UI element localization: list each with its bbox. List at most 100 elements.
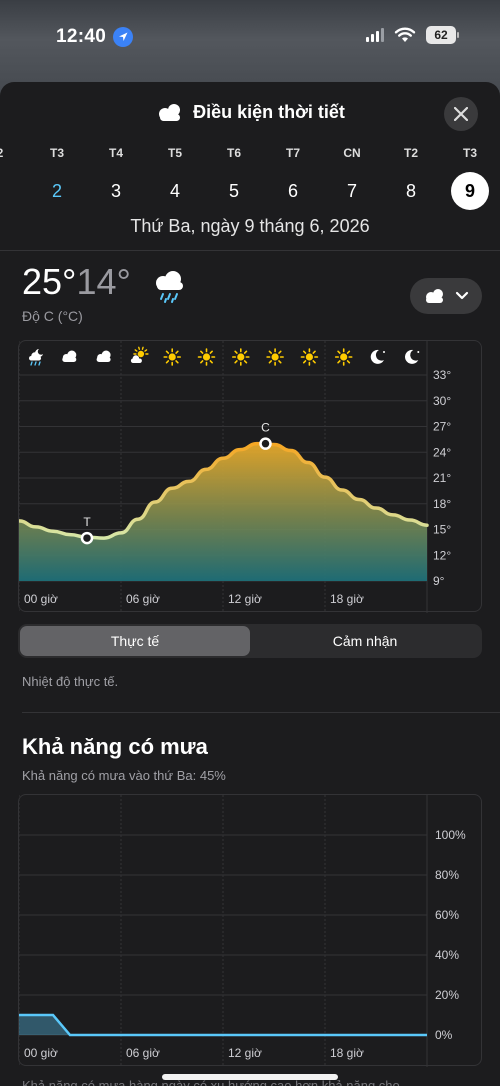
close-icon: [454, 107, 468, 121]
extreme-marker: [259, 437, 272, 450]
sun-icon: [232, 348, 250, 366]
temp-low: 14°: [76, 261, 131, 302]
day-of-week: T4: [108, 146, 123, 160]
sun-icon: [334, 348, 353, 366]
day-item-partial[interactable]: 2: [0, 146, 25, 164]
rain-chance-chart[interactable]: 100% 80% 60% 40% 20% 0% 00 giờ 06 giờ 12 giờ 18 g…: [18, 794, 482, 1067]
sheet-title-text: Điều kiện thời tiết: [193, 102, 345, 122]
status-bar: 12:40 62: [0, 0, 500, 74]
sun-icon: [266, 348, 284, 366]
battery-indicator: 62: [426, 26, 459, 44]
temperature-area: [19, 443, 427, 581]
y-tick-label: 30°: [433, 394, 451, 408]
y-tick-label: 60%: [435, 908, 459, 922]
day-number: 4: [169, 181, 180, 201]
day-item-6[interactable]: T7 6: [268, 146, 318, 210]
cloud-rain-icon: [156, 271, 183, 303]
y-tick-label: 0%: [435, 1028, 453, 1042]
temp-unit: Độ C (°C): [22, 308, 83, 324]
sheet-title: Điều kiện thời tiết: [0, 102, 500, 123]
cloud-icon: [62, 350, 77, 362]
x-tick-label: 12 giờ: [228, 1046, 262, 1060]
x-tick-label: 00 giờ: [24, 592, 58, 606]
temperature-summary: 25°14° Độ C (°C): [22, 261, 131, 325]
day-item-8[interactable]: T2 8: [386, 146, 436, 210]
cellular-signal-icon: [366, 28, 384, 42]
y-tick-label: 27°: [433, 420, 451, 434]
weather-conditions-sheet: Điều kiện thời tiết 2 T3 2 T4 3 T5 4 T6 …: [0, 82, 500, 1086]
cloud-sun-icon: [130, 346, 149, 363]
extreme-label: T: [83, 515, 91, 529]
day-item-7[interactable]: CN 7: [327, 146, 377, 210]
day-number: 6: [287, 181, 298, 201]
cloud-moon-rain-icon: [29, 349, 43, 366]
day-number: 7: [346, 181, 357, 201]
hourly-icons: [29, 346, 420, 366]
tab-actual[interactable]: Thực tế: [20, 626, 250, 656]
day-number: 2: [51, 181, 62, 201]
day-of-week: T7: [285, 146, 300, 160]
status-time: 12:40: [56, 26, 107, 47]
day-of-week: T6: [226, 146, 241, 160]
y-tick-label: 15°: [433, 523, 451, 537]
rain-chart-svg: 100% 80% 60% 40% 20% 0% 00 giờ 06 giờ 12 giờ 18 g…: [18, 795, 466, 1067]
y-tick-label: 18°: [433, 497, 451, 511]
day-of-week: T5: [167, 146, 182, 160]
temperature-chart-svg: 33° 30° 27° 24° 21° 18° 15° 12° 9° 00 giờ 06 giờ 12…: [17, 341, 451, 613]
extreme-label: C: [261, 421, 270, 435]
day-number: 8: [405, 181, 416, 201]
day-of-week: T2: [403, 146, 418, 160]
extreme-marker: [80, 531, 94, 545]
x-tick-label: 18 giờ: [330, 1046, 364, 1060]
day-item-9-selected[interactable]: T3 9: [445, 146, 495, 210]
day-of-week: CN: [343, 146, 361, 160]
day-of-week: T3: [462, 146, 477, 160]
moon-stars-icon: [405, 349, 420, 364]
y-tick-label: 9°: [433, 574, 445, 588]
sun-icon: [197, 348, 216, 366]
y-tick-label: 21°: [433, 471, 451, 485]
location-arrow-icon: [113, 27, 133, 47]
y-tick-label: 100%: [435, 828, 466, 842]
day-number: 9: [451, 172, 489, 210]
x-tick-label: 12 giờ: [228, 592, 262, 606]
x-tick-label: 18 giờ: [330, 592, 364, 606]
day-item-4[interactable]: T5 4: [150, 146, 200, 210]
y-tick-label: 33°: [433, 368, 451, 382]
y-tick-label: 80%: [435, 868, 459, 882]
x-tick-label: 06 giờ: [126, 1046, 160, 1060]
condition-picker-button[interactable]: [410, 278, 482, 314]
divider: [22, 712, 500, 713]
temperature-chart[interactable]: 33° 30° 27° 24° 21° 18° 15° 12° 9° 00 giờ 06 giờ 12…: [17, 340, 482, 613]
rain-section-subtitle: Khả năng có mưa vào thứ Ba: 45%: [22, 768, 226, 783]
day-label: 2: [0, 146, 25, 164]
home-indicator: [162, 1074, 338, 1080]
day-of-week: T3: [49, 146, 64, 160]
y-tick-label: 12°: [433, 548, 451, 562]
day-number: 5: [228, 181, 239, 201]
rain-section-title: Khả năng có mưa: [22, 734, 208, 759]
close-button[interactable]: [444, 97, 478, 131]
temperature-mode-toggle: Thực tế Cảm nhận: [18, 624, 482, 658]
y-tick-label: 40%: [435, 948, 459, 962]
selected-date: Thứ Ba, ngày 9 tháng 6, 2026: [130, 216, 370, 236]
day-picker: 2 T3 2 T4 3 T5 4 T6 5 T7 6 CN 7 T2 8: [0, 146, 500, 216]
day-item-2[interactable]: T3 2: [32, 146, 82, 210]
temp-high: 25°: [22, 261, 77, 302]
day-number: 3: [110, 181, 121, 201]
sun-icon: [163, 348, 181, 366]
y-tick-label: 20%: [435, 988, 459, 1002]
x-tick-label: 00 giờ: [24, 1046, 58, 1060]
chevron-down-icon: [455, 291, 469, 300]
cloud-icon: [159, 104, 181, 122]
divider: [0, 250, 500, 251]
day-item-5[interactable]: T6 5: [209, 146, 259, 210]
sun-icon: [300, 348, 319, 366]
moon-stars-icon: [370, 349, 385, 364]
x-tick-label: 06 giờ: [126, 592, 160, 606]
wifi-icon: [394, 27, 416, 42]
cloud-icon: [426, 289, 443, 303]
cloud-icon: [96, 350, 111, 362]
day-item-3[interactable]: T4 3: [91, 146, 141, 210]
tab-feels-like[interactable]: Cảm nhận: [250, 626, 480, 656]
